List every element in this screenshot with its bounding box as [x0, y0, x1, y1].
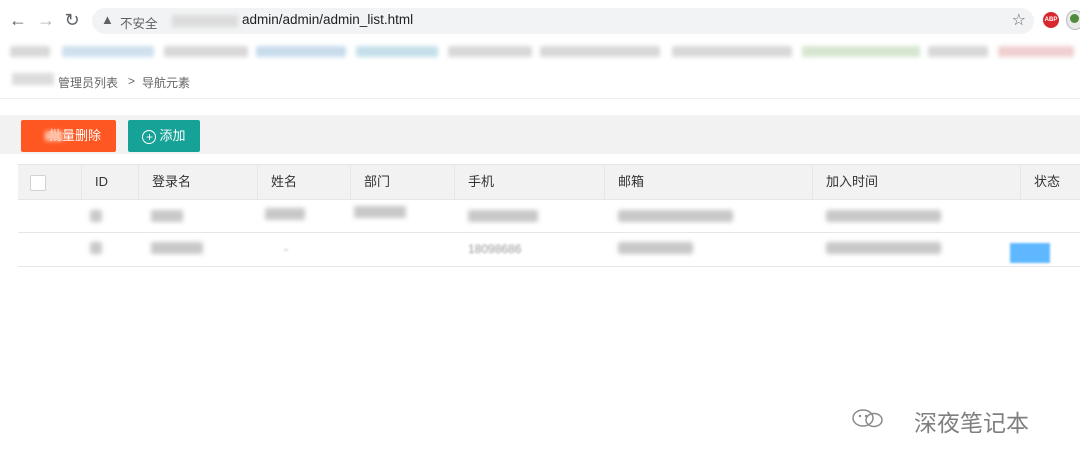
col-header-email[interactable]: 邮箱	[604, 165, 812, 199]
bookmark-item[interactable]	[998, 46, 1074, 57]
breadcrumb-separator: >	[128, 74, 136, 88]
col-header-name[interactable]: 姓名	[257, 165, 350, 199]
table-row[interactable]: - 18098686	[18, 232, 1080, 267]
table-header: ID 登录名 姓名 部门 手机 邮箱 加入时间 状态	[18, 164, 1080, 200]
col-header-status[interactable]: 状态	[1020, 165, 1080, 199]
cell-phone-partial: 18098686	[468, 242, 522, 256]
cell-name	[265, 208, 305, 220]
bookmark-item[interactable]	[356, 46, 438, 57]
bookmark-item[interactable]	[802, 46, 920, 57]
blurred-host	[172, 15, 238, 27]
blurred-icon	[45, 131, 63, 141]
add-circle-icon: +	[142, 130, 157, 144]
select-all-checkbox[interactable]	[30, 175, 46, 191]
wechat-icon	[852, 409, 883, 428]
cell-id	[90, 242, 102, 254]
browser-toolbar: ← → ↻ ▲ 不安全 admin/admin/admin_list.html …	[0, 0, 1080, 41]
cell-email	[618, 210, 733, 222]
address-bar[interactable]: ▲ 不安全 admin/admin/admin_list.html ☆	[92, 8, 1034, 34]
col-header-id[interactable]: ID	[81, 165, 138, 199]
reload-icon[interactable]: ↻	[62, 10, 82, 30]
cell-name-partial: -	[284, 242, 288, 256]
breadcrumb-last: 导航元素	[142, 76, 191, 90]
table-row[interactable]	[18, 198, 1080, 233]
warning-icon: ▲	[101, 12, 114, 27]
back-icon[interactable]: ←	[8, 10, 28, 30]
cell-join-time	[826, 242, 941, 254]
breadcrumb: 管理员列表 > 导航元素	[0, 66, 1080, 99]
bookmarks-bar	[0, 40, 1080, 64]
batch-delete-button[interactable]: 批量删除	[21, 120, 116, 152]
cell-id	[90, 210, 102, 222]
cell-join-time	[826, 210, 941, 222]
bookmark-item[interactable]	[928, 46, 988, 57]
bookmark-item[interactable]	[62, 46, 154, 57]
bookmark-item[interactable]	[10, 46, 50, 57]
watermark-text: 深夜笔记本	[914, 411, 1029, 437]
security-label[interactable]: 不安全	[120, 13, 158, 32]
url-text[interactable]: admin/admin/admin_list.html	[242, 12, 413, 27]
cell-department	[354, 206, 406, 218]
select-all-cell	[18, 165, 81, 199]
bookmark-item[interactable]	[672, 46, 792, 57]
cell-phone	[468, 210, 538, 222]
col-header-department[interactable]: 部门	[350, 165, 454, 199]
adblock-extension-icon[interactable]: ABP	[1043, 12, 1059, 28]
forward-icon[interactable]: →	[36, 10, 56, 30]
add-label: 添加	[159, 128, 186, 143]
bookmark-item[interactable]	[448, 46, 532, 57]
extension-icon[interactable]	[1066, 10, 1080, 30]
cell-email	[618, 242, 693, 254]
col-header-login[interactable]: 登录名	[138, 165, 257, 199]
breadcrumb-current[interactable]: 管理员列表	[58, 74, 118, 91]
cell-login	[151, 210, 183, 222]
col-header-join-time[interactable]: 加入时间	[812, 165, 1020, 199]
breadcrumb-blurred	[12, 73, 54, 85]
bookmark-item[interactable]	[256, 46, 346, 57]
col-header-phone[interactable]: 手机	[454, 165, 604, 199]
bookmark-star-icon[interactable]: ☆	[1012, 10, 1026, 30]
status-toggle[interactable]	[1010, 243, 1050, 263]
bookmark-item[interactable]	[164, 46, 248, 57]
bookmark-item[interactable]	[540, 46, 660, 57]
add-button[interactable]: + 添加	[128, 120, 200, 152]
cell-login	[151, 242, 203, 254]
